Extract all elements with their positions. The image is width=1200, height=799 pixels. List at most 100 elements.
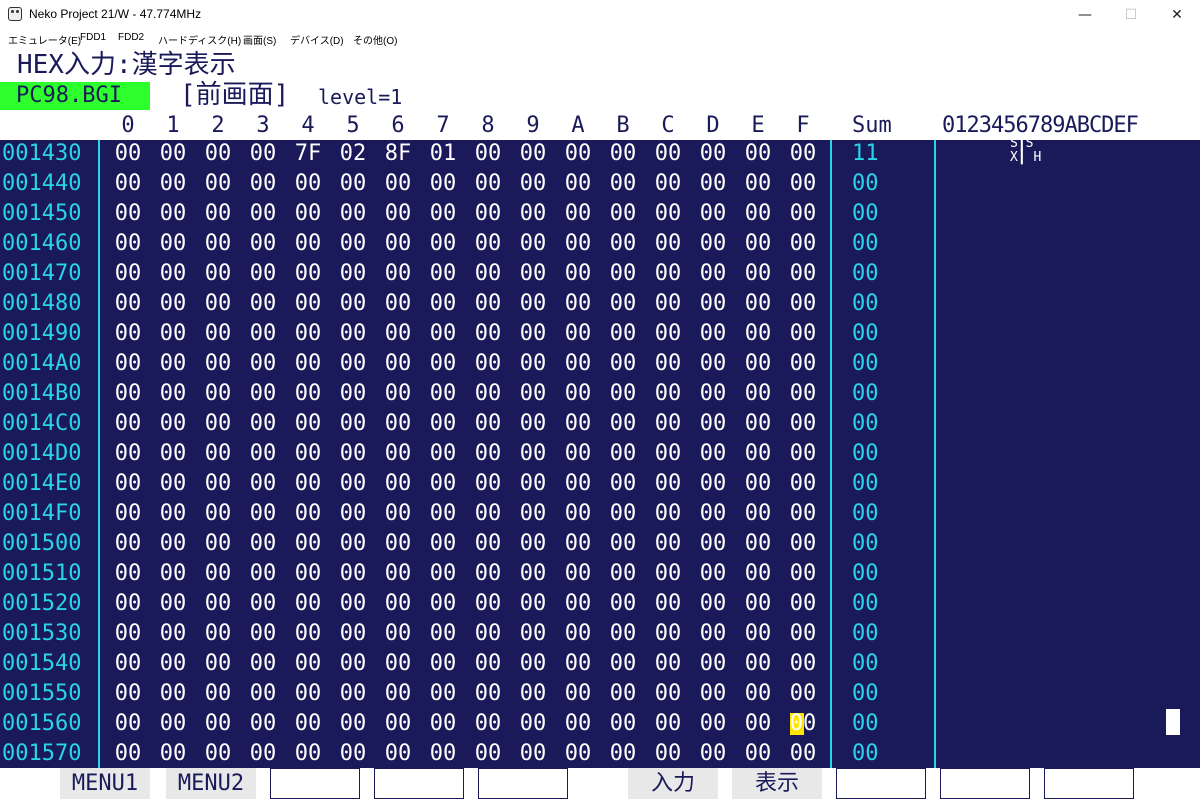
hex-byte-cell[interactable]: 00: [468, 319, 508, 349]
hex-byte-cell[interactable]: 00: [378, 439, 418, 469]
hex-byte-cell[interactable]: 00: [333, 619, 373, 649]
hex-byte-cell[interactable]: 00: [153, 709, 193, 739]
hex-byte-cell[interactable]: 00: [333, 259, 373, 289]
hex-byte-cell[interactable]: 00: [198, 709, 238, 739]
hex-byte-cell[interactable]: 00: [108, 589, 148, 619]
hex-byte-cell[interactable]: 00: [243, 349, 283, 379]
hex-byte-cell[interactable]: 00: [648, 379, 688, 409]
hex-byte-cell[interactable]: 00: [603, 229, 643, 259]
hex-byte-cell[interactable]: 00: [513, 319, 553, 349]
hex-byte-cell[interactable]: 00: [243, 319, 283, 349]
menu-harddisk[interactable]: ハードディスク(H): [158, 32, 241, 47]
hex-byte-cell[interactable]: 00: [333, 379, 373, 409]
hex-byte-cell[interactable]: 00: [783, 139, 823, 169]
hex-byte-cell[interactable]: 00: [198, 619, 238, 649]
hex-byte-cell[interactable]: 00: [738, 409, 778, 439]
hex-byte-cell[interactable]: 00: [288, 169, 328, 199]
menu-other[interactable]: その他(O): [353, 32, 397, 47]
menu-device[interactable]: デバイス(D): [290, 32, 344, 47]
hex-byte-cell[interactable]: 00: [783, 469, 823, 499]
hex-byte-cell[interactable]: 00: [513, 559, 553, 589]
hex-byte-cell[interactable]: 00: [423, 499, 463, 529]
hex-byte-cell[interactable]: 00: [648, 259, 688, 289]
function-key-1[interactable]: MENU1: [60, 768, 150, 799]
hex-byte-cell[interactable]: 00: [738, 379, 778, 409]
hex-byte-cell[interactable]: 00: [108, 169, 148, 199]
hex-byte-cell[interactable]: 00: [243, 559, 283, 589]
hex-byte-cell[interactable]: 00: [648, 619, 688, 649]
hex-byte-cell[interactable]: 00: [648, 439, 688, 469]
hex-byte-cell[interactable]: 00: [423, 469, 463, 499]
hex-byte-cell[interactable]: 00: [423, 349, 463, 379]
hex-byte-cell[interactable]: 00: [288, 289, 328, 319]
hex-byte-cell[interactable]: 00: [378, 169, 418, 199]
hex-byte-cell[interactable]: 00: [378, 199, 418, 229]
hex-byte-cell[interactable]: 00: [558, 349, 598, 379]
hex-byte-cell[interactable]: 00: [288, 499, 328, 529]
hex-byte-cell[interactable]: 00: [198, 379, 238, 409]
hex-byte-cell[interactable]: 00: [333, 169, 373, 199]
hex-byte-cell[interactable]: 00: [648, 139, 688, 169]
hex-byte-cell[interactable]: 00: [513, 349, 553, 379]
menu-fdd1[interactable]: FDD1: [80, 32, 106, 43]
hex-byte-cell[interactable]: 00: [693, 169, 733, 199]
hex-byte-cell[interactable]: 00: [198, 319, 238, 349]
hex-byte-cell[interactable]: 00: [738, 739, 778, 769]
hex-byte-cell[interactable]: 00: [153, 589, 193, 619]
hex-grid[interactable]: 001430 00 00 00 00 7F 02 8F 01 00 00 00 00 00 00 00 00 11…: [0, 137, 1200, 769]
hex-byte-cell[interactable]: 00: [333, 709, 373, 739]
hex-byte-cell[interactable]: 00: [603, 259, 643, 289]
hex-byte-cell[interactable]: 01: [423, 139, 463, 169]
hex-byte-cell[interactable]: 00: [783, 739, 823, 769]
hex-byte-cell[interactable]: 00: [513, 259, 553, 289]
function-key-2[interactable]: MENU2: [166, 768, 256, 799]
hex-byte-cell[interactable]: 00: [288, 619, 328, 649]
hex-byte-cell[interactable]: 00: [558, 469, 598, 499]
hex-byte-cell[interactable]: 00: [558, 259, 598, 289]
hex-byte-cell[interactable]: 00: [198, 169, 238, 199]
hex-byte-cell[interactable]: 00: [648, 289, 688, 319]
hex-byte-cell[interactable]: 00: [693, 589, 733, 619]
hex-byte-cell[interactable]: 00: [603, 199, 643, 229]
hex-byte-cell[interactable]: 00: [738, 289, 778, 319]
hex-byte-cell[interactable]: 00: [153, 679, 193, 709]
hex-byte-cell[interactable]: 00: [693, 499, 733, 529]
hex-byte-cell[interactable]: 00: [783, 499, 823, 529]
hex-byte-cell[interactable]: 00: [378, 499, 418, 529]
hex-byte-cell[interactable]: 00: [198, 409, 238, 439]
hex-byte-cell[interactable]: 00: [243, 589, 283, 619]
hex-byte-cell[interactable]: 00: [693, 229, 733, 259]
hex-byte-cell[interactable]: 00: [603, 529, 643, 559]
hex-byte-cell[interactable]: 00: [378, 529, 418, 559]
hex-byte-cell[interactable]: 00: [558, 679, 598, 709]
hex-byte-cell[interactable]: 00: [198, 259, 238, 289]
hex-byte-cell[interactable]: 00: [603, 409, 643, 439]
hex-byte-cell[interactable]: 00: [693, 379, 733, 409]
hex-byte-cell[interactable]: 00: [378, 379, 418, 409]
hex-byte-cell[interactable]: 00: [423, 289, 463, 319]
hex-byte-cell[interactable]: 00: [198, 289, 238, 319]
hex-byte-cell[interactable]: 00: [693, 619, 733, 649]
hex-byte-cell[interactable]: 00: [333, 319, 373, 349]
hex-byte-cell[interactable]: 00: [243, 709, 283, 739]
hex-byte-cell[interactable]: 00: [423, 649, 463, 679]
hex-byte-cell[interactable]: 00: [783, 679, 823, 709]
hex-byte-cell[interactable]: 00: [738, 709, 778, 739]
hex-byte-cell[interactable]: 00: [738, 349, 778, 379]
hex-byte-cell[interactable]: 00: [243, 649, 283, 679]
hex-byte-cell[interactable]: 00: [603, 349, 643, 379]
hex-byte-cell[interactable]: 00: [783, 619, 823, 649]
hex-byte-cell[interactable]: 00: [288, 559, 328, 589]
emulator-screen[interactable]: HEX入力:漢字表示 PC98.BGI [前画面] level=1 012345…: [0, 48, 1200, 799]
hex-byte-cell[interactable]: 00: [288, 199, 328, 229]
hex-byte-cell[interactable]: 00: [108, 349, 148, 379]
function-key-5[interactable]: [478, 768, 568, 799]
hex-byte-cell[interactable]: 00: [243, 199, 283, 229]
hex-byte-cell[interactable]: 00: [108, 499, 148, 529]
hex-byte-cell[interactable]: 7F: [288, 139, 328, 169]
function-key-10[interactable]: [1044, 768, 1134, 799]
hex-byte-cell[interactable]: 00: [648, 679, 688, 709]
hex-byte-cell[interactable]: 00: [243, 619, 283, 649]
hex-byte-cell[interactable]: 00: [693, 259, 733, 289]
function-key-6[interactable]: 入力: [628, 768, 718, 799]
